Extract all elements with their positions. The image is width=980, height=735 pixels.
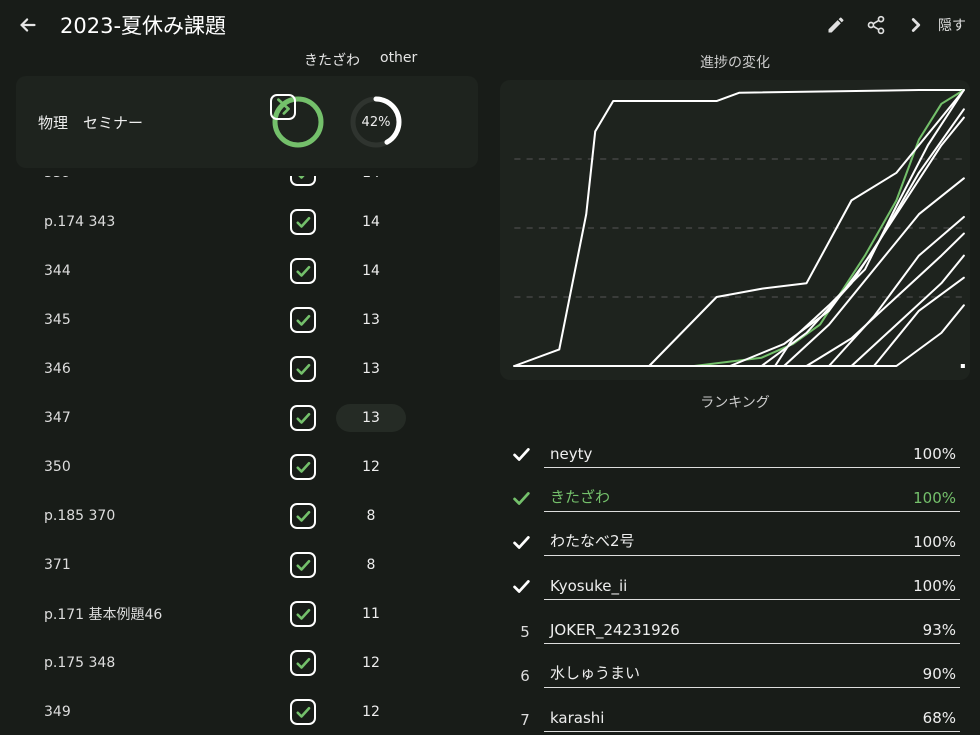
ranking-percent: 68% — [923, 709, 960, 727]
ranking-username: 水しゅうまい — [544, 662, 923, 683]
ranking-position: 6 — [510, 667, 540, 685]
other-progress-ring: 42% — [348, 94, 404, 150]
ranking-username: Kyosuke_ii — [544, 577, 913, 595]
ranking-row[interactable]: わたなべ2号100% — [544, 512, 960, 556]
task-checkbox[interactable] — [290, 258, 316, 284]
task-other-count[interactable]: 13 — [336, 355, 406, 383]
ranking-position: 7 — [510, 711, 540, 729]
task-row[interactable]: p.171 基本例題46 11 — [30, 589, 454, 638]
ranking-row[interactable]: きたざわ100% — [544, 468, 960, 512]
ranking-row[interactable]: 5JOKER_2423192693% — [544, 600, 960, 644]
ranking-panel: neyty100%きたざわ100%わたなべ2号100%Kyosuke_ii100… — [500, 420, 970, 735]
ranking-percent: 93% — [923, 621, 960, 639]
task-row[interactable]: 339 14 — [30, 176, 454, 197]
ranking-percent: 90% — [923, 665, 960, 683]
task-list[interactable]: 339 14 p.174 343 14 344 14 345 13 346 13 347 13 350 1… — [0, 176, 494, 735]
task-other-count[interactable]: 14 — [336, 208, 406, 236]
task-name: 339 — [30, 176, 290, 181]
task-row[interactable]: 344 14 — [30, 246, 454, 295]
task-other-count[interactable]: 14 — [336, 176, 406, 187]
task-row[interactable]: 349 12 — [30, 687, 454, 735]
task-other-count[interactable]: 13 — [336, 404, 406, 432]
task-other-count[interactable]: 13 — [336, 306, 406, 334]
column-other: other — [380, 50, 417, 70]
task-name: 347 — [30, 410, 290, 426]
ranking-row[interactable]: Kyosuke_ii100% — [544, 556, 960, 600]
task-name: 371 — [30, 557, 290, 573]
task-checkbox[interactable] — [290, 503, 316, 529]
task-row[interactable]: p.185 370 8 — [30, 491, 454, 540]
self-progress-ring — [270, 94, 326, 150]
ranking-position — [510, 531, 540, 553]
task-name: 346 — [30, 361, 290, 377]
task-checkbox[interactable] — [290, 650, 316, 676]
task-row[interactable]: 345 13 — [30, 295, 454, 344]
task-panel: きたざわ other 物理 セミナー 42% — [0, 50, 494, 735]
ranking-row[interactable]: 7karashi68% — [544, 688, 960, 732]
task-checkbox[interactable] — [290, 209, 316, 235]
ranking-username: JOKER_24231926 — [544, 621, 923, 639]
selected-task-name: 物理 セミナー — [30, 112, 270, 133]
back-button[interactable] — [14, 11, 42, 39]
chart-title: 進捗の変化 — [500, 52, 970, 72]
task-row[interactable]: 371 8 — [30, 540, 454, 589]
task-row[interactable]: 350 12 — [30, 442, 454, 491]
task-row[interactable]: 347 13 — [30, 393, 454, 442]
selected-task-card[interactable]: 物理 セミナー 42% — [16, 76, 478, 168]
ranking-list[interactable]: neyty100%きたざわ100%わたなべ2号100%Kyosuke_ii100… — [500, 420, 970, 735]
column-headers: きたざわ other — [0, 50, 494, 76]
ranking-position — [510, 575, 540, 597]
task-row[interactable]: p.175 348 12 — [30, 638, 454, 687]
task-name: p.171 基本例題46 — [30, 604, 290, 624]
progress-chart[interactable] — [500, 80, 970, 380]
top-bar: 2023-夏休み課題 隠す — [0, 0, 980, 50]
ranking-row[interactable]: 6水しゅうまい90% — [544, 644, 960, 688]
task-name: p.174 343 — [30, 214, 290, 230]
ranking-username: karashi — [544, 709, 923, 727]
page-title: 2023-夏休み課題 — [60, 10, 226, 40]
task-row[interactable]: 346 13 — [30, 344, 454, 393]
task-other-count[interactable]: 12 — [336, 649, 406, 677]
task-checkbox[interactable] — [290, 699, 316, 725]
task-name: 350 — [30, 459, 290, 475]
column-user: きたざわ — [304, 50, 360, 70]
ranking-percent: 100% — [913, 577, 960, 595]
task-other-count[interactable]: 12 — [336, 453, 406, 481]
ranking-percent: 100% — [913, 445, 960, 463]
task-other-count[interactable]: 11 — [336, 600, 406, 628]
task-other-count[interactable]: 14 — [336, 257, 406, 285]
ranking-percent: 100% — [913, 533, 960, 551]
task-other-count[interactable]: 8 — [336, 551, 406, 579]
task-name: p.185 370 — [30, 508, 290, 524]
task-checkbox[interactable] — [290, 405, 316, 431]
task-name: 345 — [30, 312, 290, 328]
task-checkbox[interactable] — [290, 307, 316, 333]
other-progress-pct: 42% — [348, 94, 404, 150]
next-button[interactable] — [900, 9, 932, 41]
task-other-count[interactable]: 8 — [336, 502, 406, 530]
task-row[interactable]: p.174 343 14 — [30, 197, 454, 246]
ranking-percent: 100% — [913, 489, 960, 507]
ranking-username: neyty — [544, 445, 913, 463]
ranking-position — [510, 443, 540, 465]
task-checkbox[interactable] — [290, 552, 316, 578]
edit-button[interactable] — [820, 9, 852, 41]
task-checkbox[interactable] — [290, 176, 316, 186]
check-icon — [270, 94, 296, 120]
task-checkbox[interactable] — [290, 356, 316, 382]
share-button[interactable] — [860, 9, 892, 41]
task-name: 344 — [30, 263, 290, 279]
task-name: 349 — [30, 704, 290, 720]
ranking-username: わたなべ2号 — [544, 530, 913, 551]
ranking-title: ランキング — [500, 392, 970, 412]
task-name: p.175 348 — [30, 655, 290, 671]
ranking-row[interactable]: neyty100% — [544, 424, 960, 468]
task-checkbox[interactable] — [290, 601, 316, 627]
task-checkbox[interactable] — [290, 454, 316, 480]
ranking-position — [510, 487, 540, 509]
task-other-count[interactable]: 12 — [336, 698, 406, 726]
hide-button[interactable]: 隠す — [938, 15, 966, 35]
ranking-position: 5 — [510, 623, 540, 641]
ranking-username: きたざわ — [544, 486, 913, 507]
